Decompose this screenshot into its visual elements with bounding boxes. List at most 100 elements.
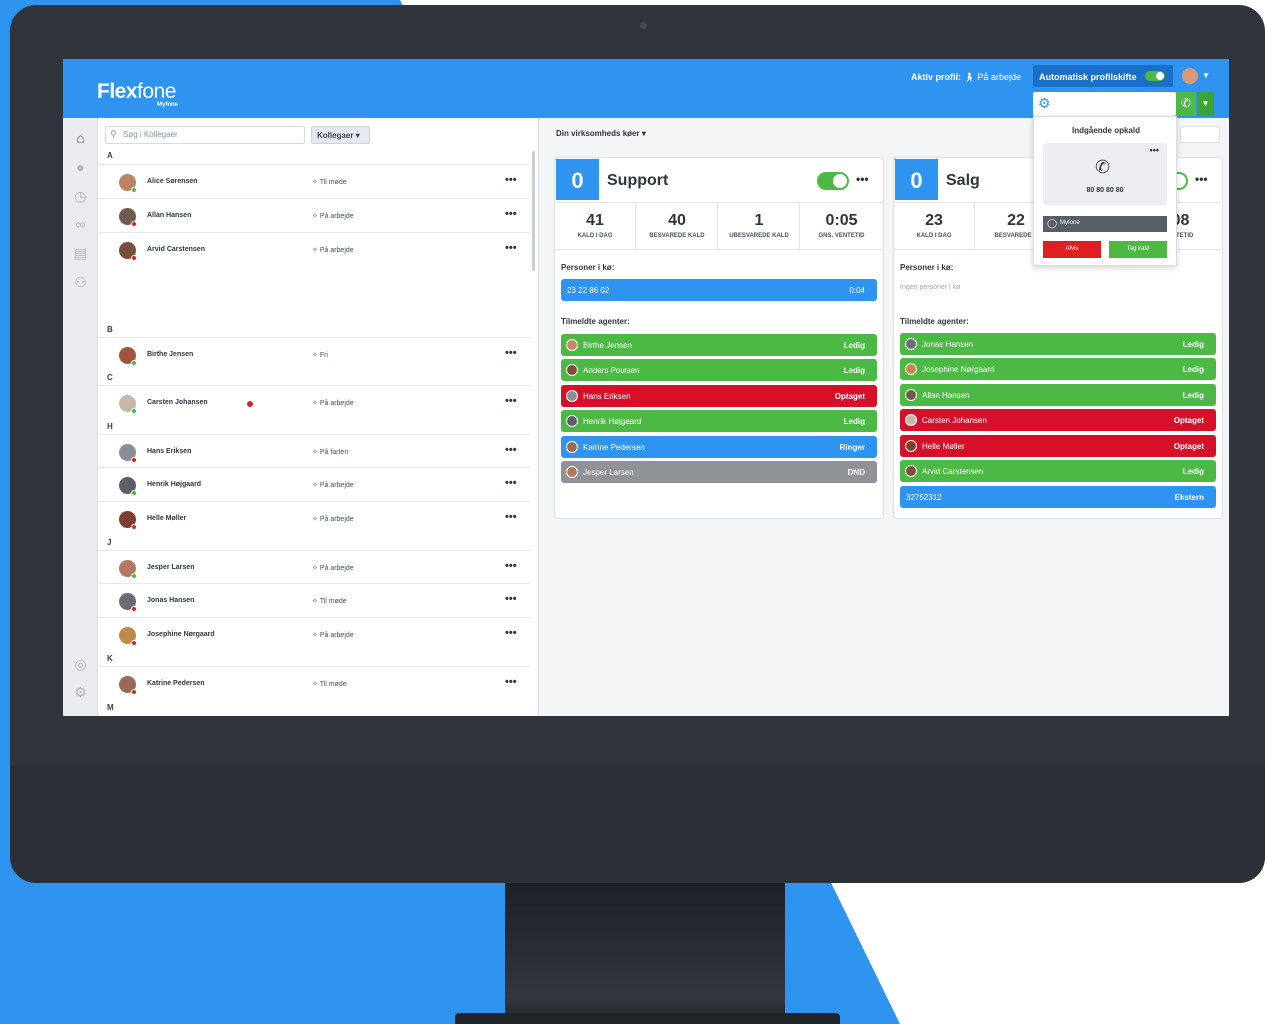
user-avatar[interactable]	[1182, 68, 1198, 84]
waiting-caller[interactable]: 23 22 86 02 0:04	[561, 279, 877, 301]
monitor-chin	[10, 766, 1265, 883]
colleague-row[interactable]: Hans Eriksen ✧ På farten •••	[98, 434, 530, 468]
colleague-filter-dropdown[interactable]: Kollegaer ▾	[311, 126, 370, 144]
more-button[interactable]: •••	[505, 593, 517, 605]
more-button[interactable]: •••	[505, 208, 517, 220]
colleague-row[interactable]: Jonas Hansen ✧ Til møde •••	[98, 583, 530, 617]
colleague-row[interactable]: Alice Sørensen ✧ Til møde •••	[98, 164, 530, 198]
chevron-down-icon[interactable]: ▼	[1202, 71, 1210, 80]
colleague-row[interactable]: Arvid Carstensen ✧ På arbejde •••	[98, 232, 530, 266]
agent-bar[interactable]: Helle Møller Optaget	[900, 435, 1216, 457]
colleague-row[interactable]: Jesper Larsen ✧ På arbejde •••	[98, 550, 530, 584]
users-icon[interactable]: ⚇	[72, 274, 89, 291]
more-button[interactable]: •••	[505, 174, 517, 186]
agent-bar[interactable]: Jonas Hansen Ledig	[900, 333, 1216, 355]
more-button[interactable]: •••	[505, 627, 517, 639]
agent-bar[interactable]: Hans Eriksen Optaget	[561, 385, 877, 407]
dial-input[interactable]: ⚙	[1033, 92, 1176, 116]
more-button[interactable]: •••	[505, 395, 517, 407]
colleague-row[interactable]: Henrik Højgaard ✧ På arbejde •••	[98, 467, 530, 501]
scrollbar[interactable]	[532, 151, 535, 271]
more-button[interactable]: •••	[505, 444, 517, 456]
presence-dot	[131, 221, 137, 227]
colleagues-panel: ⚲ Søg i Kollegaer Kollegaer ▾ A Alice Sør…	[98, 118, 539, 716]
colleague-search-input[interactable]: ⚲ Søg i Kollegaer	[105, 126, 305, 144]
colleague-row[interactable]: Allan Hansen ✧ På arbejde •••	[98, 198, 530, 232]
call-button[interactable]: ✆	[1176, 92, 1196, 116]
external-bar[interactable]: 32752312 Ekstern	[900, 486, 1216, 508]
phone-icon: ✆	[1180, 96, 1192, 110]
agent-bar[interactable]: Jesper Larsen DND	[561, 461, 877, 483]
support-icon[interactable]: ◎	[72, 656, 89, 673]
more-button[interactable]: •••	[856, 172, 869, 186]
accept-button[interactable]: Tag kald	[1109, 241, 1167, 258]
home-icon[interactable]: ⌂	[72, 130, 89, 147]
avatar	[566, 364, 578, 376]
agent-bar[interactable]: Birthe Jensen Ledig	[561, 334, 877, 356]
more-button[interactable]: •••	[505, 477, 517, 489]
more-button[interactable]: •••	[505, 347, 517, 359]
letter-header: H	[107, 422, 113, 431]
queue-toggle[interactable]	[817, 172, 849, 190]
agents-label: Tilmeldte agenter:	[561, 317, 630, 326]
colleague-row[interactable]: Josephine Nørgaard ✧ På arbejde •••	[98, 617, 530, 651]
avatar	[905, 440, 917, 452]
colleague-status: ✧ På arbejde	[312, 632, 354, 639]
auto-profile-toggle[interactable]	[1145, 71, 1165, 81]
colleague-status: ✧ På arbejde	[312, 400, 354, 407]
empty-queue-text: Ingen personer i kø	[900, 284, 961, 291]
presence-dot	[131, 606, 137, 612]
letter-header: J	[107, 538, 112, 547]
chevron-down-icon: ▾	[355, 131, 360, 140]
clock-icon[interactable]: ◷	[72, 188, 89, 205]
agent-bar[interactable]: Arvid Carstensen Ledig	[900, 460, 1216, 482]
colleague-status: ✧ På arbejde	[312, 516, 354, 523]
voicemail-icon[interactable]: ∞	[72, 216, 89, 233]
stat-calls-today: 41 KALD I DAG	[555, 203, 636, 251]
agent-bar[interactable]: Katrine Pedersen Ringer	[561, 436, 877, 458]
top-header: Flexfone Myfone Aktiv profil: 🚶︎ På arbe…	[63, 59, 1229, 118]
queue-selector[interactable]: Din virksomheds køer ▾	[556, 129, 646, 138]
more-button[interactable]: •••	[505, 676, 517, 688]
more-button[interactable]: •••	[1150, 145, 1159, 155]
more-button[interactable]: •••	[505, 560, 517, 572]
decline-button[interactable]: Afvis	[1043, 241, 1101, 258]
colleague-name: Josephine Nørgaard	[147, 631, 215, 638]
colleague-row[interactable]: Carsten Johansen ✧ På arbejde •••	[98, 385, 530, 419]
agent-bar[interactable]: Anders Poulsen Ledig	[561, 359, 877, 381]
colleague-name: Carsten Johansen	[147, 399, 208, 406]
colleague-name: Birthe Jensen	[147, 351, 194, 358]
presence-dot	[131, 457, 137, 463]
settings-icon[interactable]: ⚙	[72, 684, 89, 701]
colleague-status: ✧ På farten	[312, 449, 349, 456]
agent-bar[interactable]: Carsten Johansen Optaget	[900, 409, 1216, 431]
gear-icon[interactable]: ⚙	[1038, 95, 1051, 112]
search-icon: ⚲	[110, 129, 117, 139]
phonebook-icon[interactable]: ▤	[72, 245, 89, 262]
colleague-name: Katrine Pedersen	[147, 680, 205, 687]
agent-bar[interactable]: Henrik Højgaard Ledig	[561, 410, 877, 432]
more-button[interactable]: •••	[1195, 172, 1208, 186]
headset-icon: ◯	[1047, 218, 1058, 228]
agent-bar[interactable]: Allan Hansen Ledig	[900, 384, 1216, 406]
colleague-row[interactable]: Katrine Pedersen ✧ Til møde •••	[98, 666, 530, 700]
agent-bar[interactable]: Josephine Nørgaard Ledig	[900, 358, 1216, 380]
colleague-row[interactable]: Birthe Jensen ✧ Fri •••	[98, 337, 530, 371]
more-button[interactable]: •••	[505, 242, 517, 254]
stat-answered: 40 BESVAREDE KALD	[637, 203, 718, 251]
user-icon[interactable]: ●	[72, 159, 89, 176]
colleague-row[interactable]: Helle Møller ✧ På arbejde •••	[98, 501, 530, 535]
app-screen: Flexfone Myfone Aktiv profil: 🚶︎ På arbe…	[63, 59, 1229, 716]
stat-avg-wait: 0:05 GNS. VENTETID	[818, 212, 865, 239]
avatar	[905, 414, 917, 426]
auto-profile-switch[interactable]: Automatisk profilskifte	[1033, 65, 1173, 87]
more-button[interactable]: •••	[505, 511, 517, 523]
logo: Flexfone	[97, 80, 176, 103]
avatar	[905, 389, 917, 401]
colleague-name: Alice Sørensen	[147, 178, 198, 185]
queue-search-input[interactable]	[1180, 126, 1220, 143]
call-options-button[interactable]: ▼	[1197, 92, 1214, 116]
caller-number: 80 80 80 80	[1086, 187, 1124, 194]
letter-header: M	[107, 703, 114, 712]
active-profile[interactable]: Aktiv profil: 🚶︎ På arbejde	[911, 72, 1021, 83]
